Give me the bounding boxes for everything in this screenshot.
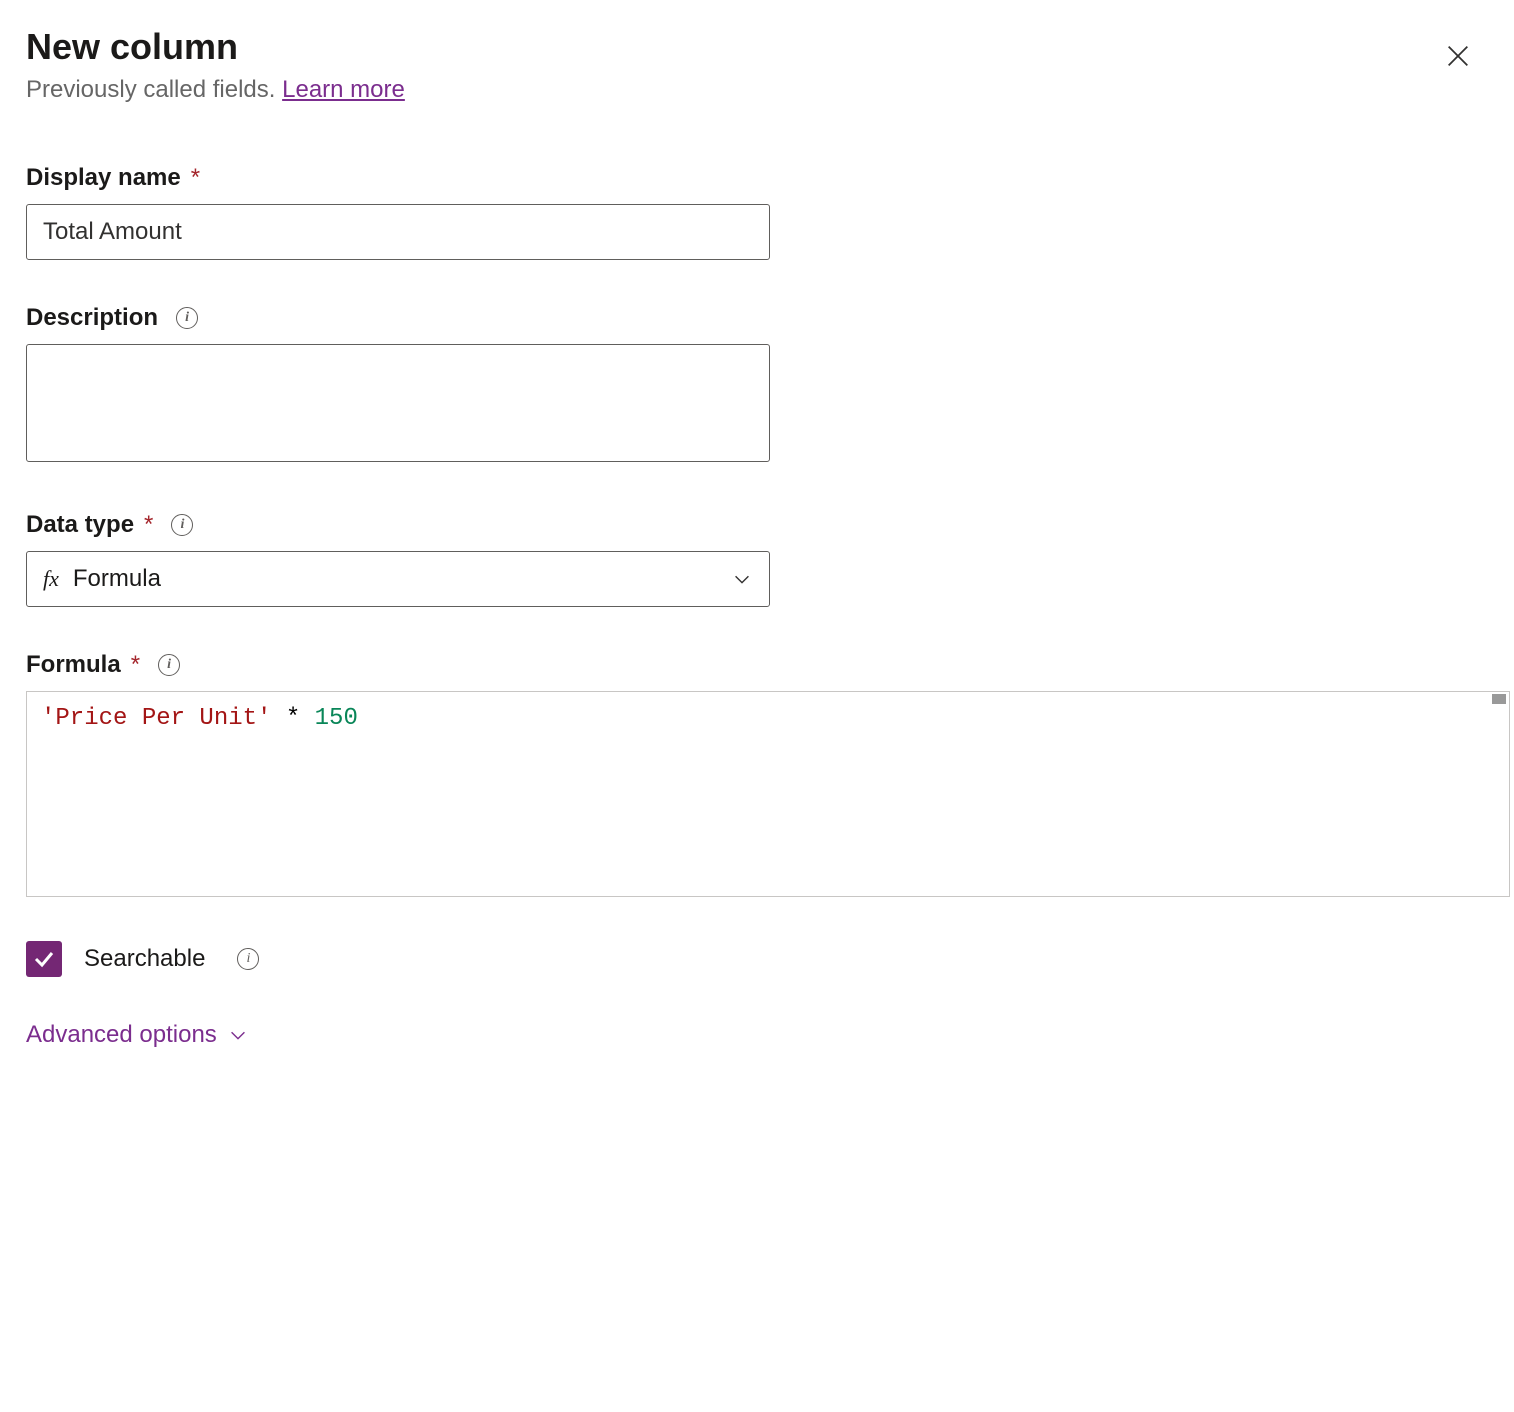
data-type-field-group: Data type * i fx Formula	[26, 511, 1488, 607]
advanced-options-toggle[interactable]: Advanced options	[26, 1021, 249, 1049]
description-label: Description i	[26, 304, 1488, 332]
display-name-input[interactable]	[26, 204, 770, 260]
scrollbar-indicator	[1492, 694, 1506, 704]
description-input[interactable]	[26, 344, 770, 462]
description-label-text: Description	[26, 304, 158, 332]
subtitle-text: Previously called fields.	[26, 76, 282, 103]
display-name-label: Display name *	[26, 164, 1488, 192]
data-type-label: Data type * i	[26, 511, 1488, 539]
searchable-row: Searchable i	[26, 941, 1488, 977]
formula-label-text: Formula	[26, 651, 121, 679]
fx-icon: fx	[43, 566, 59, 592]
required-asterisk: *	[191, 164, 200, 192]
display-name-label-text: Display name	[26, 164, 181, 192]
info-icon[interactable]: i	[171, 514, 193, 536]
formula-token-operator: *	[271, 705, 314, 732]
searchable-checkbox[interactable]	[26, 941, 62, 977]
data-type-selected: Formula	[73, 565, 731, 593]
required-asterisk: *	[131, 651, 140, 679]
chevron-down-icon	[731, 568, 753, 590]
description-field-group: Description i	[26, 304, 1488, 467]
required-asterisk: *	[144, 511, 153, 539]
chevron-down-icon	[227, 1024, 249, 1046]
formula-field-group: Formula * i 'Price Per Unit' * 150	[26, 651, 1488, 897]
data-type-label-text: Data type	[26, 511, 134, 539]
formula-label: Formula * i	[26, 651, 1488, 679]
display-name-field-group: Display name *	[26, 164, 1488, 260]
formula-token-string: 'Price Per Unit'	[41, 705, 271, 732]
close-button[interactable]	[1436, 34, 1480, 81]
searchable-label: Searchable	[84, 945, 205, 973]
info-icon[interactable]: i	[176, 307, 198, 329]
info-icon[interactable]: i	[158, 654, 180, 676]
panel-subtitle: Previously called fields. Learn more	[26, 76, 405, 104]
learn-more-link[interactable]: Learn more	[282, 76, 405, 103]
panel-title: New column	[26, 26, 405, 68]
formula-token-number: 150	[315, 705, 358, 732]
advanced-options-label: Advanced options	[26, 1021, 217, 1049]
formula-editor[interactable]: 'Price Per Unit' * 150	[26, 691, 1510, 897]
info-icon[interactable]: i	[237, 948, 259, 970]
close-icon	[1444, 42, 1472, 70]
data-type-dropdown[interactable]: fx Formula	[26, 551, 770, 607]
check-icon	[32, 947, 56, 971]
